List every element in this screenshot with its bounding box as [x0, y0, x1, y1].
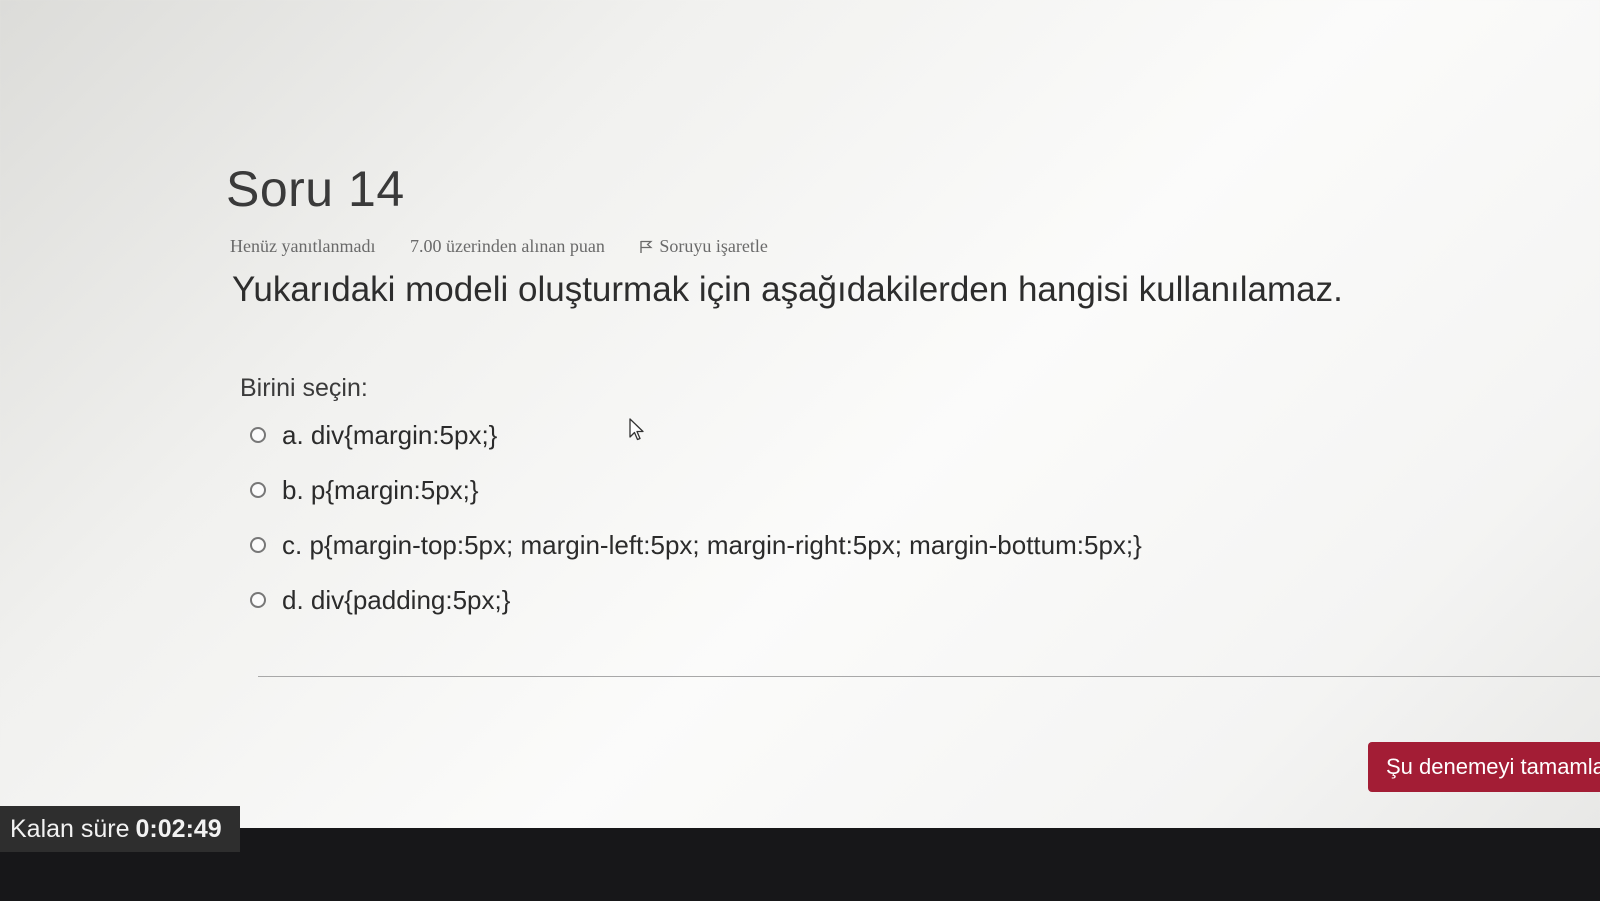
- answer-label: b. p{margin:5px;}: [282, 474, 479, 505]
- flag-label: Soruyu işaretle: [659, 236, 768, 256]
- timer-label: Kalan süre: [10, 814, 130, 843]
- question-title: Soru 14: [226, 161, 405, 217]
- finish-attempt-button[interactable]: Şu denemeyi tamamla: [1368, 742, 1600, 792]
- answer-option-b[interactable]: b. p{margin:5px;}: [250, 475, 1142, 505]
- radio-icon[interactable]: [250, 537, 266, 553]
- answer-label: a. div{margin:5px;}: [282, 419, 498, 450]
- flag-question-link[interactable]: Soruyu işaretle: [639, 236, 768, 257]
- answer-option-c[interactable]: c. p{margin-top:5px; margin-left:5px; ma…: [250, 530, 1142, 560]
- answer-prompt: Birini seçin:: [240, 374, 368, 402]
- divider: [258, 676, 1600, 677]
- flag-icon: [640, 240, 654, 253]
- radio-icon[interactable]: [250, 592, 266, 608]
- cursor-icon: [629, 418, 644, 441]
- quiz-page: Soru 14 Henüz yanıtlanmadı 7.00 üzerinde…: [0, 0, 1600, 901]
- answer-label: d. div{padding:5px;}: [282, 584, 511, 615]
- answer-option-d[interactable]: d. div{padding:5px;}: [250, 585, 1142, 615]
- answer-option-a[interactable]: a. div{margin:5px;}: [250, 420, 1142, 450]
- question-info: Henüz yanıtlanmadı 7.00 üzerinden alınan…: [230, 236, 768, 257]
- answer-list: a. div{margin:5px;} b. p{margin:5px;} c.…: [250, 420, 1142, 640]
- bottom-bar: [0, 828, 1600, 901]
- question-status: Henüz yanıtlanmadı: [230, 236, 376, 256]
- question-text: Yukarıdaki modeli oluşturmak için aşağıd…: [232, 270, 1343, 309]
- radio-icon[interactable]: [250, 482, 266, 498]
- answer-label: c. p{margin-top:5px; margin-left:5px; ma…: [282, 529, 1142, 560]
- question-mark: 7.00 üzerinden alınan puan: [409, 236, 605, 256]
- timer-value: 0:02:49: [135, 814, 222, 843]
- radio-icon[interactable]: [250, 427, 266, 443]
- timer: Kalan süre 0:02:49: [0, 806, 240, 852]
